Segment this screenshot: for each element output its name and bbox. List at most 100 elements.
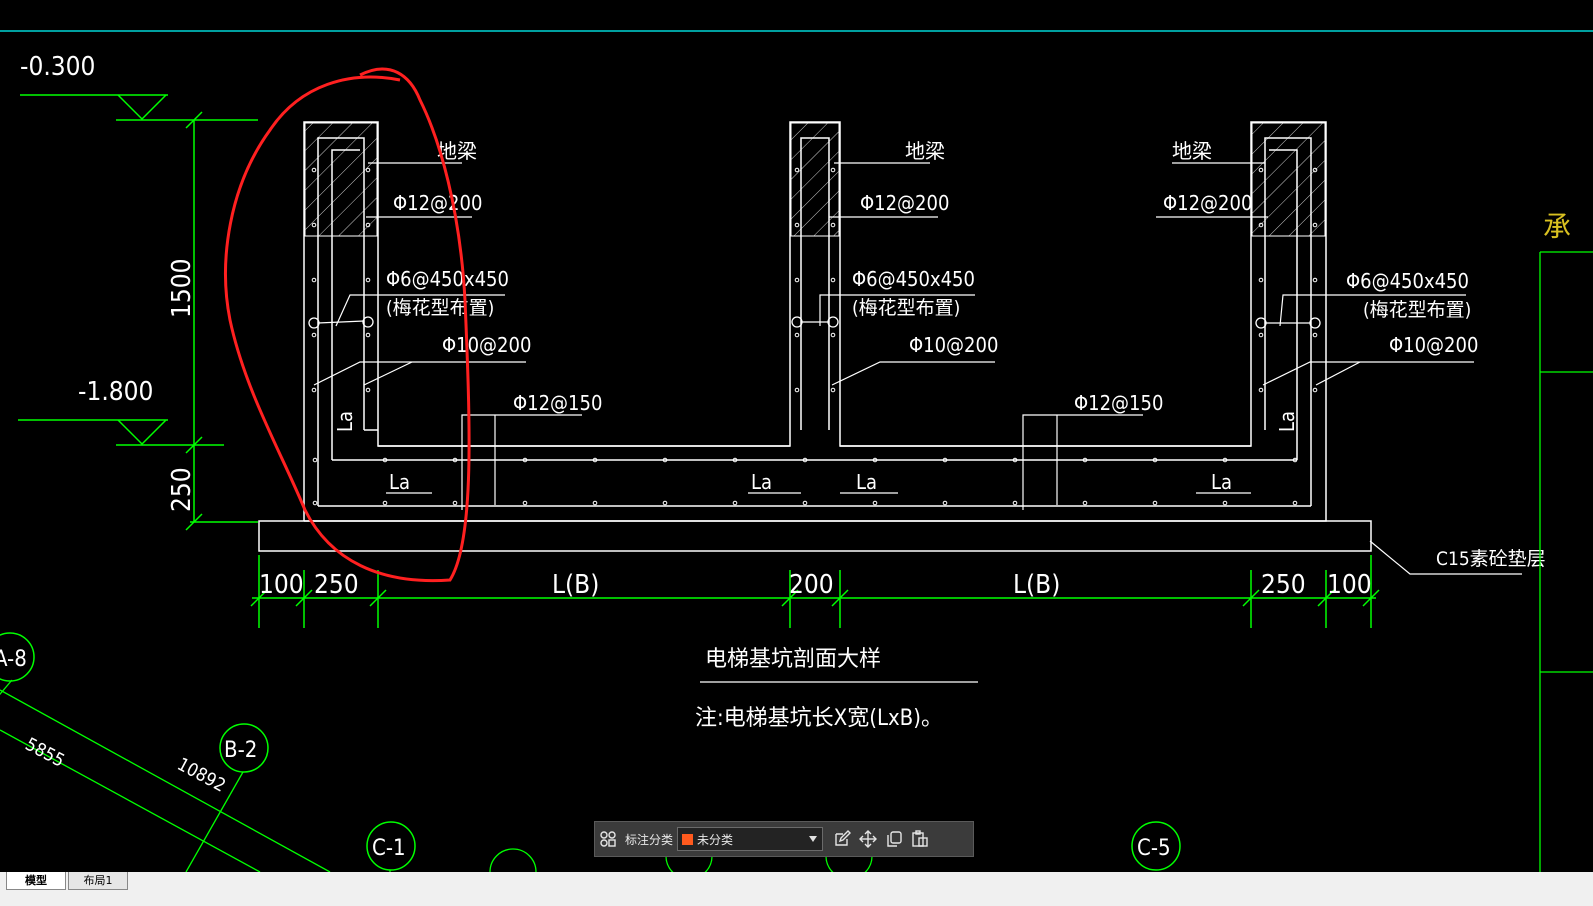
rebar-dot [794,332,800,338]
annotation-category-dropdown[interactable]: 未分类 [677,827,824,851]
anchor-la-3: La [856,470,877,494]
grid-bubble-b2-label: B-2 [224,738,257,763]
rebar-dot [1312,332,1318,338]
rebar-slab-1: Φ12@150 [513,391,602,415]
beam-label-2: 地梁 [905,139,945,163]
rebar-dot [311,277,317,283]
rebar-dot [522,500,528,506]
dim-1500: 1500 [167,258,197,318]
rebar-dot [872,500,878,506]
category-color-swatch [682,833,694,845]
rebar-dot [1152,500,1158,506]
rebar-dot [1082,500,1088,506]
rebar-dot [312,500,318,506]
annotation-category-toolbar: 标注分类 未分类 [594,821,974,857]
rebar-wall-2: Φ10@200 [909,333,998,357]
grid-icon[interactable] [595,826,621,852]
rebar-dot [802,500,808,506]
rebar-dot [942,500,948,506]
grid-bubble-c5-label: C-5 [1137,836,1171,861]
dim-250-vertical: 250 [167,467,197,512]
rebar-beam-top-3: Φ12@200 [1163,191,1252,215]
rebar-dot [1012,500,1018,506]
beam-label-3: 地梁 [1172,139,1212,163]
rebar-dot [794,277,800,283]
grid-bubble-c1[interactable]: C-1 [366,821,416,871]
grid-bubble-a8[interactable]: A-8 [0,632,35,682]
rebar-tie-note-2: (梅花型布置) [852,297,960,319]
anchor-la-2: La [751,470,772,494]
rebar-dot [312,457,318,463]
elevation-top-label: -0.300 [20,52,95,82]
move-icon[interactable] [855,826,881,852]
dim-bottom-2: 250 [314,570,359,600]
rebar-dot [1258,277,1264,283]
rebar-tie-note-1: (梅花型布置) [386,297,494,319]
anchor-la-vert-2: La [1275,411,1299,432]
elevation-bottom-label: -1.800 [78,377,153,407]
tab-model[interactable]: 模型 [6,872,66,890]
chevron-down-icon [809,836,818,842]
rebar-dot [1222,500,1228,506]
dim-bottom-1: 100 [259,570,304,600]
rebar-dot [830,387,836,393]
grid-bubble-c1-label: C-1 [372,836,406,861]
grid-bubble-a8-label: A-8 [0,647,27,672]
edit-icon[interactable] [829,826,855,852]
rebar-beam-top-2: Φ12@200 [860,191,949,215]
rebar-tie-note-3: (梅花型布置) [1363,299,1471,321]
annotation-category-value: 未分类 [697,832,734,847]
cushion-note: C15素砼垫层 [1436,548,1546,570]
rebar-dot [662,500,668,506]
rebar-beam-top-1: Φ12@200 [393,191,482,215]
annotation-category-label: 标注分类 [625,832,674,847]
dim-bottom-6: 250 [1261,570,1306,600]
bottom-dimension-labels: 100 250 L(B) 200 L(B) 250 100 [259,570,1372,600]
rebar-dot [794,387,800,393]
dim-bottom-4: 200 [789,570,834,600]
anchor-la-vert-1: La [333,411,357,432]
rebar-dot [311,332,317,338]
cad-drawing-canvas[interactable]: -0.300 -1.800 1500 250 地梁 地梁 地梁 Φ12@200 … [0,0,1593,872]
rebar-wall-1: Φ10@200 [442,333,531,357]
rebar-dot [830,277,836,283]
rebar-dot [365,277,371,283]
dim-bottom-5: L(B) [1013,570,1060,600]
rebar-dot [1258,332,1264,338]
rebar-dot [1292,500,1298,506]
rebar-dot [1258,387,1264,393]
rebar-dot [732,500,738,506]
rebar-slab-2: Φ12@150 [1074,391,1163,415]
elevation-marker-bottom: -1.800 [18,377,224,446]
right-edge-text: 承 [1543,210,1571,243]
anchor-la-1: La [389,470,410,494]
length-5855: 5855 [22,734,68,772]
rebar-dot [382,500,388,506]
grid-bubble-b2[interactable]: B-2 [219,723,269,773]
copy-icon[interactable] [881,826,907,852]
grid-bubble-c5[interactable]: C-5 [1131,821,1181,871]
drawing-note: 注:电梯基坑长X宽(LxB)。 [695,706,943,731]
rebar-wall-3: Φ10@200 [1389,333,1478,357]
rebar-dot [311,387,317,393]
rebar-tie-2: Φ6@450x450 [852,267,975,291]
leader-lines [313,162,1522,575]
rebar-dot [365,387,371,393]
rebar-dot [592,500,598,506]
rebar-dot [1312,277,1318,283]
layout-tab-bar: 模型 布局1 [0,872,1593,906]
rebar-dot [830,332,836,338]
rebar-dot [365,332,371,338]
dim-bottom-7: 100 [1327,570,1372,600]
paste-icon[interactable] [907,826,933,852]
rebar-dot [1312,387,1318,393]
elevation-marker-top: -0.300 [20,52,258,121]
drawing-title: 电梯基坑剖面大样 [705,647,881,672]
anchor-la-4: La [1211,470,1232,494]
rebar-tie-3: Φ6@450x450 [1346,269,1469,293]
tab-layout1[interactable]: 布局1 [68,872,128,890]
rebar-tie-1: Φ6@450x450 [386,267,509,291]
dim-bottom-3: L(B) [552,570,599,600]
right-title-frame [1539,251,1593,872]
rebar-dot [452,500,458,506]
